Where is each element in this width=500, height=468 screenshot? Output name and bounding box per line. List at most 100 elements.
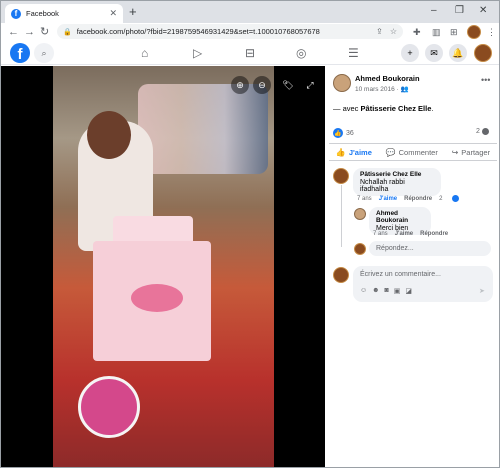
puzzle-extension-icon[interactable]: ✚ xyxy=(413,25,421,39)
owner-name[interactable]: Ahmed Boukorain xyxy=(355,74,420,83)
like-icon: 👍 xyxy=(335,147,346,157)
comment-time[interactable]: 7 ans xyxy=(357,196,372,202)
photo-viewer: ⊕ ⊖ 🏷 ⤢ xyxy=(1,66,325,467)
like-thumb-icon: 👍 xyxy=(333,128,343,138)
tab-close-icon[interactable]: ✕ xyxy=(109,8,117,19)
watch-icon[interactable]: ▷ xyxy=(193,45,202,61)
action-bar: 👍 J'aime 💬 Commenter ↪ Partager xyxy=(329,143,497,161)
zoom-in-icon[interactable]: ⊕ xyxy=(231,76,249,94)
post-date[interactable]: 10 mars 2016 · 👥 xyxy=(355,85,409,93)
like-count: 36 xyxy=(346,129,354,137)
tagged-page-link[interactable]: Pâtisserie Chez Elle xyxy=(361,104,432,113)
marketplace-icon[interactable]: ⊟ xyxy=(245,45,255,61)
browser-toolbar: ← → ↻ 🔒 facebook.com/photo/?fbid=2198759… xyxy=(1,23,499,41)
tab-title: Facebook xyxy=(26,9,59,18)
like-button[interactable]: 👍 J'aime xyxy=(336,148,372,157)
bookmark-star-icon[interactable]: ☆ xyxy=(390,27,397,36)
with-tag-text: — avec Pâtisserie Chez Elle. xyxy=(333,104,434,113)
sticker-icon[interactable]: ◪ xyxy=(405,287,412,295)
photo-cake-bow xyxy=(131,284,183,312)
new-tab-button[interactable]: + xyxy=(129,5,137,19)
search-icon[interactable]: ⌕ xyxy=(34,43,54,63)
photo-image xyxy=(53,66,274,467)
reply-author[interactable]: Ahmed Boukorain xyxy=(376,210,424,224)
groups-icon[interactable]: ◎ xyxy=(296,45,306,61)
comment-reply-link[interactable]: Répondre xyxy=(404,196,432,202)
close-window-button[interactable]: ✕ xyxy=(479,4,487,18)
comment-count[interactable]: 2 xyxy=(476,128,489,135)
facebook-logo-icon[interactable]: f xyxy=(10,43,30,63)
address-bar[interactable]: 🔒 facebook.com/photo/?fbid=2198759546931… xyxy=(57,24,403,39)
reload-icon[interactable]: ↻ xyxy=(40,24,49,40)
avatar-sticker-icon[interactable]: ☺ xyxy=(360,287,367,295)
commenter-avatar[interactable] xyxy=(333,168,349,184)
zoom-out-icon[interactable]: ⊖ xyxy=(253,76,271,94)
comment-button[interactable]: 💬 Commenter xyxy=(386,148,438,157)
thread-line xyxy=(341,185,342,247)
my-comment-avatar xyxy=(333,267,349,283)
share-button[interactable]: ↪ Partager xyxy=(452,148,490,157)
reaction-count: 2 xyxy=(439,195,443,202)
photo-children-background xyxy=(138,84,268,174)
tab-facebook[interactable]: f Facebook ✕ xyxy=(5,4,123,23)
reply-meta: 7 ans J'aime Répondre xyxy=(373,231,455,237)
comment-meta: 7 ans J'aime Répondre 2 xyxy=(357,195,466,202)
side-panel-icon[interactable]: ▥ xyxy=(432,25,441,39)
url-text[interactable]: facebook.com/photo/?fbid=219875954693142… xyxy=(77,27,369,36)
menu-icon[interactable]: ☰ xyxy=(348,45,359,61)
reply-reply-link[interactable]: Répondre xyxy=(420,231,448,237)
reply-placeholder: Répondez... xyxy=(376,245,414,252)
with-suffix: . xyxy=(431,104,434,113)
restore-button[interactable]: ❐ xyxy=(455,4,464,18)
comment-bubble-icon xyxy=(481,128,489,135)
facebook-topbar: f ⌕ ⌂ ▷ ⊟ ◎ ☰ + ✉ 🔔 xyxy=(1,41,499,65)
reply-time[interactable]: 7 ans xyxy=(373,231,388,237)
comment-icon: 💬 xyxy=(385,147,396,157)
fullscreen-icon[interactable]: ⤢ xyxy=(301,76,319,94)
messenger-icon[interactable]: ✉ xyxy=(425,44,443,62)
reaction-like-icon xyxy=(451,195,459,202)
profile-avatar[interactable] xyxy=(467,25,481,39)
friends-icon: 👥 xyxy=(400,86,409,93)
photo-girl-head xyxy=(87,111,131,159)
comment-placeholder: Écrivez un commentaire... xyxy=(360,271,441,278)
comment-input[interactable]: Écrivez un commentaire... ☺ ☻ ◙ ▣ ◪ ➤ xyxy=(353,266,493,302)
reply-author-avatar[interactable] xyxy=(354,208,366,220)
send-icon[interactable]: ➤ xyxy=(479,287,485,295)
kebab-menu-icon[interactable]: ⋮ xyxy=(487,25,496,39)
reply-like-link[interactable]: J'aime xyxy=(395,231,413,237)
reply-input[interactable]: Répondez... xyxy=(369,241,491,256)
camera-icon[interactable]: ◙ xyxy=(385,287,389,295)
like-label: J'aime xyxy=(348,147,372,157)
share-arrow-icon: ↪ xyxy=(451,147,459,157)
comment-bubble: Pâtisserie Chez Elle Nchallah rabbi ifad… xyxy=(353,168,441,196)
post-panel: Ahmed Boukorain 10 mars 2016 · 👥 ••• — a… xyxy=(325,66,499,467)
owner-avatar[interactable] xyxy=(333,74,351,92)
comment-like-link[interactable]: J'aime xyxy=(379,196,397,202)
emoji-icon[interactable]: ☻ xyxy=(372,287,379,295)
back-icon[interactable]: ← xyxy=(8,24,19,40)
notifications-bell-icon[interactable]: 🔔 xyxy=(449,44,467,62)
like-summary[interactable]: 👍 36 xyxy=(333,128,354,138)
tab-strip: f Facebook ✕ + – ❐ ✕ xyxy=(1,1,499,23)
photo-plate xyxy=(78,376,140,438)
my-reply-avatar xyxy=(354,243,366,255)
comment-text: Nchallah rabbi ifadhalha xyxy=(360,179,405,193)
home-icon[interactable]: ⌂ xyxy=(141,45,148,61)
forward-icon[interactable]: → xyxy=(24,24,35,40)
create-icon[interactable]: + xyxy=(401,44,419,62)
gif-icon[interactable]: ▣ xyxy=(394,287,401,295)
minimize-button[interactable]: – xyxy=(431,4,437,18)
comment-author[interactable]: Pâtisserie Chez Elle xyxy=(360,171,434,178)
extension-icon[interactable]: ⊞ xyxy=(450,25,458,39)
share-icon[interactable]: ⇪ xyxy=(376,27,383,36)
browser-window: f Facebook ✕ + – ❐ ✕ ← → ↻ 🔒 facebook.co… xyxy=(0,0,500,468)
comment-count-number: 2 xyxy=(476,128,480,135)
post-date-text[interactable]: 10 mars 2016 xyxy=(355,86,395,93)
comment-tools: ☺ ☻ ◙ ▣ ◪ xyxy=(360,287,417,295)
fb-profile-avatar[interactable] xyxy=(474,44,492,62)
more-options-icon[interactable]: ••• xyxy=(481,75,490,85)
tag-icon[interactable]: 🏷 xyxy=(279,76,297,94)
comment-reactions[interactable]: 2 xyxy=(439,195,459,202)
share-label: Partager xyxy=(461,147,491,157)
